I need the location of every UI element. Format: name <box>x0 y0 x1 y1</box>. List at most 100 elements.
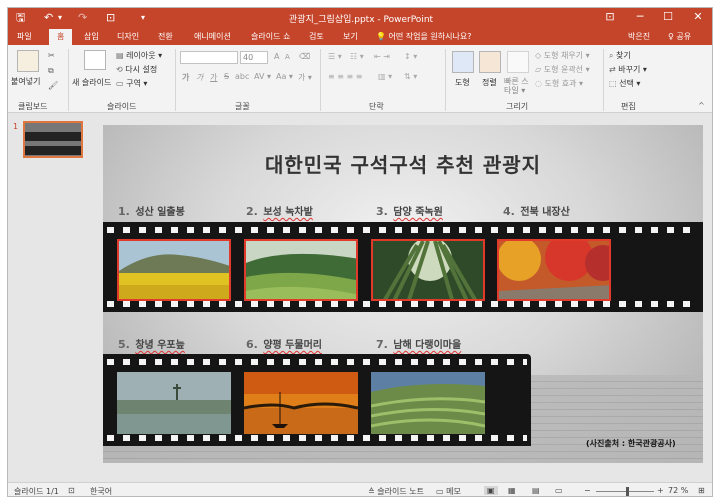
slide-thumbnail[interactable] <box>23 121 83 158</box>
powerpoint-window: 🖫 ↶ ▾ ↷ ⊡ ▾ 관광지_그림삽입.pptx - PowerPoint ⊡… <box>7 7 713 497</box>
text-direction-icon[interactable]: ⇅ ▾ <box>404 72 417 81</box>
reading-view-icon[interactable]: ▤ <box>532 486 540 495</box>
slide-canvas[interactable]: 대한민국 구석구석 추천 관광지 1. 성산 일출봉 2. 보성 녹차밭 3. … <box>103 125 703 463</box>
change-case-button[interactable]: Aa ▾ <box>276 72 293 81</box>
grow-font-button[interactable]: A <box>274 52 279 61</box>
zoom-slider-handle[interactable] <box>626 487 629 496</box>
share-button[interactable]: ♀ 공유 <box>668 31 691 42</box>
format-painter-icon[interactable]: 🖌 <box>48 81 58 90</box>
photo-boseong[interactable] <box>244 239 358 301</box>
film-strip[interactable] <box>103 222 703 312</box>
tab-transitions[interactable]: 전환 <box>158 31 173 42</box>
paste-icon[interactable] <box>17 50 39 72</box>
fit-slide-icon[interactable]: ⊞ <box>698 486 705 495</box>
minimize-button[interactable]: ─ <box>630 10 650 23</box>
photo-damyang[interactable] <box>371 239 485 301</box>
spelling-check-icon[interactable]: ⊡ <box>68 486 75 495</box>
bullets-icon[interactable]: ☰ ▾ <box>328 52 342 61</box>
cut-icon[interactable]: ✂ <box>48 51 55 60</box>
ribbon-separator <box>445 49 446 111</box>
text-shadow-button[interactable]: abc <box>235 72 249 81</box>
shape-effects-button[interactable]: ◌ 도형 효과 ▾ <box>535 78 583 89</box>
tab-animations[interactable]: 애니메이션 <box>194 31 231 42</box>
tab-file[interactable]: 파일 <box>17 31 32 42</box>
shape-outline-button[interactable]: ▱ 도형 윤곽선 ▾ <box>535 64 590 75</box>
tell-me-search[interactable]: 💡 어떤 작업을 원하시나요? <box>376 31 471 42</box>
paste-button[interactable]: 붙여넣기 <box>11 76 40 87</box>
font-name-combo[interactable] <box>180 51 238 64</box>
slide-sorter-icon[interactable]: ▦ <box>508 486 516 495</box>
ribbon-display-options-icon[interactable]: ⊡ <box>600 10 620 23</box>
quick-styles-icon[interactable] <box>507 51 529 73</box>
photo-seongsan[interactable] <box>117 239 231 301</box>
tab-home[interactable]: 홈 <box>49 29 73 45</box>
ribbon-home: 붙여넣기 ✂ ⧉ 🖌 클립보드 새 슬라이드 ▤ 레이아웃 ▾ ⟲ 다시 설정 … <box>8 45 712 113</box>
find-button[interactable]: ⌕ 찾기 <box>609 50 631 61</box>
zoom-level[interactable]: 72 % <box>668 486 688 495</box>
group-font-label: 글꼴 <box>235 102 250 111</box>
ribbon-separator <box>320 49 321 111</box>
photo-credit[interactable]: (사진출처 : 한국관광공사) <box>586 438 676 449</box>
tab-insert[interactable]: 삽입 <box>84 31 99 42</box>
photo-darangi-village[interactable] <box>371 372 485 434</box>
ribbon-separator <box>603 49 604 111</box>
bold-button[interactable]: 가 <box>182 72 189 83</box>
slide-title[interactable]: 대한민국 구석구석 추천 관광지 <box>103 149 703 178</box>
zoom-in-icon[interactable]: + <box>657 486 664 495</box>
language-indicator[interactable]: 한국어 <box>90 486 112 496</box>
close-button[interactable]: ✕ <box>688 10 708 23</box>
strikethrough-button[interactable]: S <box>224 72 229 81</box>
place-label[interactable]: 2. 보성 녹차밭 <box>246 203 313 218</box>
notes-button[interactable]: ≙ 슬라이드 노트 <box>368 486 424 496</box>
place-label[interactable]: 6. 양평 두물머리 <box>246 336 322 351</box>
reset-button[interactable]: ⟲ 다시 설정 <box>116 64 157 75</box>
copy-icon[interactable]: ⧉ <box>48 66 54 76</box>
tab-view[interactable]: 보기 <box>343 31 358 42</box>
tab-review[interactable]: 검토 <box>309 31 324 42</box>
zoom-slider-track[interactable] <box>596 491 654 492</box>
indent-icon[interactable]: ⇤ ⇥ <box>374 52 390 61</box>
place-label[interactable]: 4. 전북 내장산 <box>503 203 570 218</box>
layout-button[interactable]: ▤ 레이아웃 ▾ <box>116 50 162 61</box>
user-name[interactable]: 박은진 <box>628 31 650 42</box>
align-icon[interactable]: ≡ ≡ ≡ ≡ <box>328 72 362 81</box>
place-label[interactable]: 1. 성산 일출봉 <box>118 203 185 218</box>
shapes-button[interactable]: 도형 <box>455 77 470 88</box>
photo-dumulmeori[interactable] <box>244 372 358 434</box>
photo-naejangsan[interactable] <box>497 239 611 301</box>
photo-upo-wetland[interactable] <box>117 372 231 434</box>
section-button[interactable]: ▭ 구역 ▾ <box>116 78 147 89</box>
underline-button[interactable]: 가 <box>210 72 217 83</box>
clear-format-button[interactable]: ⌫ <box>299 52 310 61</box>
arrange-icon[interactable] <box>479 51 501 73</box>
italic-button[interactable]: 가 <box>196 72 203 83</box>
line-spacing-icon[interactable]: ↕ ▾ <box>404 52 417 61</box>
replace-button[interactable]: ⇄ 바꾸기 ▾ <box>609 64 647 75</box>
normal-view-icon[interactable]: ▣ <box>484 486 498 495</box>
select-button[interactable]: ⬚ 선택 ▾ <box>609 78 640 89</box>
shape-fill-button[interactable]: ◇ 도형 채우기 ▾ <box>535 50 590 61</box>
arrange-button[interactable]: 정렬 <box>482 77 497 88</box>
shapes-icon[interactable] <box>452 51 474 73</box>
columns-icon[interactable]: ▥ ▾ <box>378 72 392 81</box>
shrink-font-button[interactable]: A <box>285 53 290 61</box>
new-slide-icon[interactable] <box>84 50 106 70</box>
title-bar: 🖫 ↶ ▾ ↷ ⊡ ▾ 관광지_그림삽입.pptx - PowerPoint ⊡… <box>8 8 712 28</box>
font-color-button[interactable]: 가 ▾ <box>298 72 312 83</box>
maximize-button[interactable]: ☐ <box>658 10 678 23</box>
film-strip[interactable] <box>103 354 531 446</box>
font-size-combo[interactable]: 40 <box>240 51 268 64</box>
numbering-icon[interactable]: ☷ ▾ <box>350 52 364 61</box>
new-slide-button[interactable]: 새 슬라이드 <box>72 77 111 88</box>
place-label[interactable]: 5. 창녕 우포늪 <box>118 336 185 351</box>
character-spacing-button[interactable]: AV ▾ <box>254 72 271 81</box>
slideshow-view-icon[interactable]: ▭ <box>555 486 563 495</box>
comments-button[interactable]: ▭ 메모 <box>436 486 461 496</box>
place-label[interactable]: 3. 담양 죽녹원 <box>376 203 443 218</box>
tab-design[interactable]: 디자인 <box>117 31 139 42</box>
quick-styles-button[interactable]: 빠른 스타일 ▾ <box>504 77 534 95</box>
zoom-out-icon[interactable]: − <box>584 486 591 495</box>
place-label[interactable]: 7. 남해 다랭이마을 <box>376 336 461 351</box>
tab-slide-show[interactable]: 슬라이드 쇼 <box>251 31 290 42</box>
collapse-ribbon-icon[interactable]: ^ <box>698 101 705 110</box>
